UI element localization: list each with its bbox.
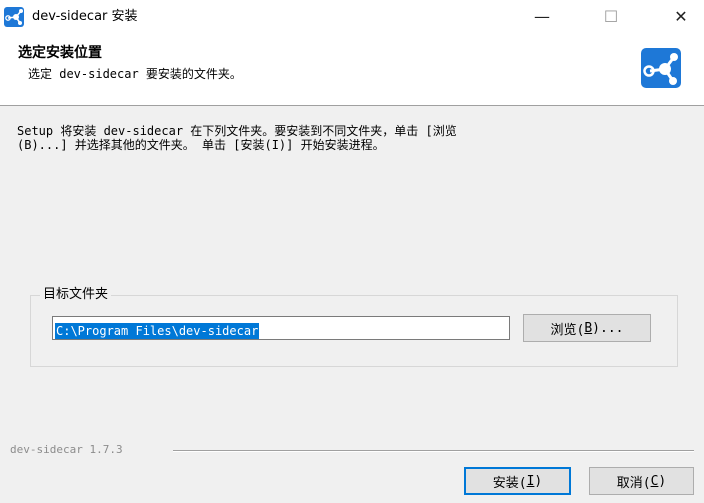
instruction-text: Setup 将安装 dev-sidecar 在下列文件夹。要安装到不同文件夹，单… [17, 124, 667, 152]
browse-button-accesskey: B [584, 320, 593, 336]
install-button-label-suffix: ) [534, 473, 543, 489]
cancel-button-label: 取消( [616, 475, 651, 491]
browse-button-label: 浏览( [550, 322, 585, 338]
cancel-button[interactable]: 取消(C) [589, 467, 694, 495]
install-button-accesskey: I [526, 473, 535, 489]
cancel-button-label-suffix: ) [658, 473, 667, 489]
browse-button[interactable]: 浏览(B)... [523, 314, 651, 342]
destination-folder-label: 目标文件夹 [40, 286, 112, 304]
install-path-input[interactable]: C:\Program Files\dev-sidecar [52, 316, 510, 340]
dev-sidecar-logo-icon [641, 48, 681, 88]
instruction-line: (B)...] 并选择其他的文件夹。 单击 [安装(I)] 开始安装进程。 [17, 138, 385, 152]
page-subtitle: 选定 dev-sidecar 要安装的文件夹。 [28, 67, 242, 81]
minimize-button[interactable]: — [519, 0, 565, 33]
cancel-button-accesskey: C [650, 473, 659, 489]
window-title: dev-sidecar 安装 [32, 9, 138, 24]
footer-divider [173, 450, 694, 452]
browse-button-label-suffix: )... [592, 320, 624, 336]
page-header: 选定安装位置 选定 dev-sidecar 要安装的文件夹。 [0, 33, 704, 106]
install-button[interactable]: 安装(I) [464, 467, 571, 495]
install-path-value: C:\Program Files\dev-sidecar [55, 323, 260, 339]
close-button[interactable]: ✕ [658, 0, 704, 33]
page-title: 选定安装位置 [18, 45, 102, 61]
install-button-label: 安装( [492, 475, 527, 491]
dev-sidecar-logo-icon [4, 7, 24, 27]
instruction-line: Setup 将安装 dev-sidecar 在下列文件夹。要安装到不同文件夹，单… [17, 124, 457, 138]
maximize-button[interactable]: ☐ [588, 0, 634, 33]
title-bar[interactable]: dev-sidecar 安装 — ☐ ✕ [0, 0, 704, 33]
installer-brand-text: dev-sidecar 1.7.3 [10, 443, 123, 456]
